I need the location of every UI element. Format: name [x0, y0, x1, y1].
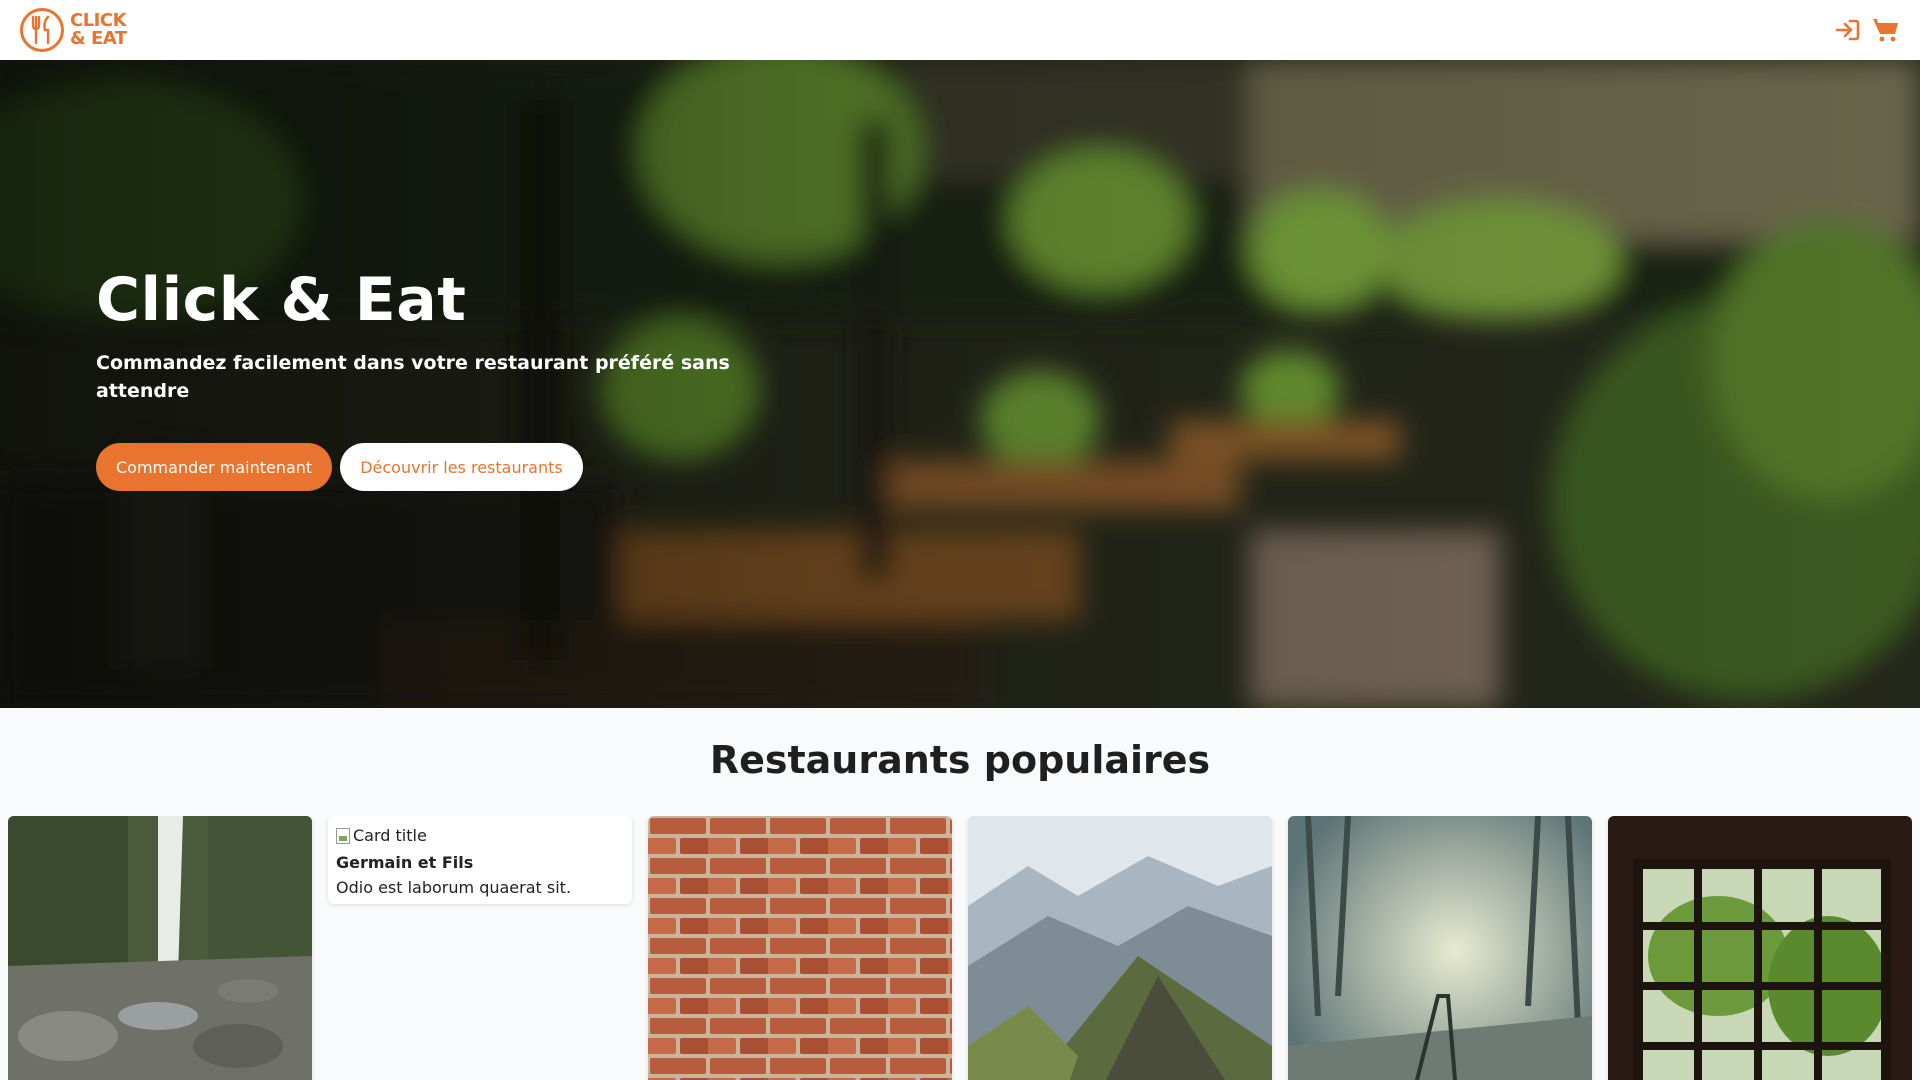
window-forest-photo [1608, 816, 1912, 1080]
foggy-railway-photo [1288, 816, 1592, 1080]
restaurant-card[interactable] [968, 816, 1272, 1080]
card-image-alt: Card title [353, 826, 427, 845]
mountains-photo [968, 816, 1272, 1080]
top-navbar: CLICK & EAT [0, 0, 1920, 60]
brick-wall-photo [648, 816, 952, 1080]
waterfall-photo [8, 816, 312, 1080]
restaurant-card[interactable] [1608, 816, 1912, 1080]
hero-title: Click & Eat [96, 265, 467, 335]
sign-in-icon[interactable] [1834, 16, 1862, 44]
restaurant-card[interactable] [1288, 816, 1592, 1080]
brand-name: CLICK & EAT [70, 12, 127, 48]
hero-content: Click & Eat Commandez facilement dans vo… [96, 265, 736, 491]
restaurant-card[interactable] [648, 816, 952, 1080]
hero-subtitle: Commandez facilement dans votre restaura… [96, 352, 730, 402]
restaurant-card[interactable] [8, 816, 312, 1080]
card-description: Odio est laborum quaerat sit. [336, 878, 572, 897]
logo-link[interactable]: CLICK & EAT [20, 8, 127, 52]
card-body: Card title Germain et Fils Odio est labo… [328, 816, 632, 904]
hero-buttons: Commander maintenant Découvrir les resta… [96, 443, 736, 491]
restaurant-card-germain[interactable]: Card title Germain et Fils Odio est labo… [328, 816, 632, 904]
fork-knife-icon [20, 8, 64, 52]
hero-banner: Click & Eat Commandez facilement dans vo… [0, 60, 1920, 708]
brand-line-2: & EAT [70, 28, 127, 49]
discover-restaurants-button[interactable]: Découvrir les restaurants [340, 443, 583, 491]
card-title: Germain et Fils [336, 853, 474, 872]
header-actions [1834, 16, 1900, 44]
order-now-button[interactable]: Commander maintenant [96, 443, 333, 491]
card-image-placeholder: Card title [336, 826, 624, 845]
section-title: Restaurants populaires [709, 738, 1211, 782]
shopping-cart-icon[interactable] [1872, 16, 1900, 44]
restaurant-cards: Card title Germain et Fils Odio est labo… [8, 816, 1912, 1080]
broken-image-icon [336, 827, 350, 844]
